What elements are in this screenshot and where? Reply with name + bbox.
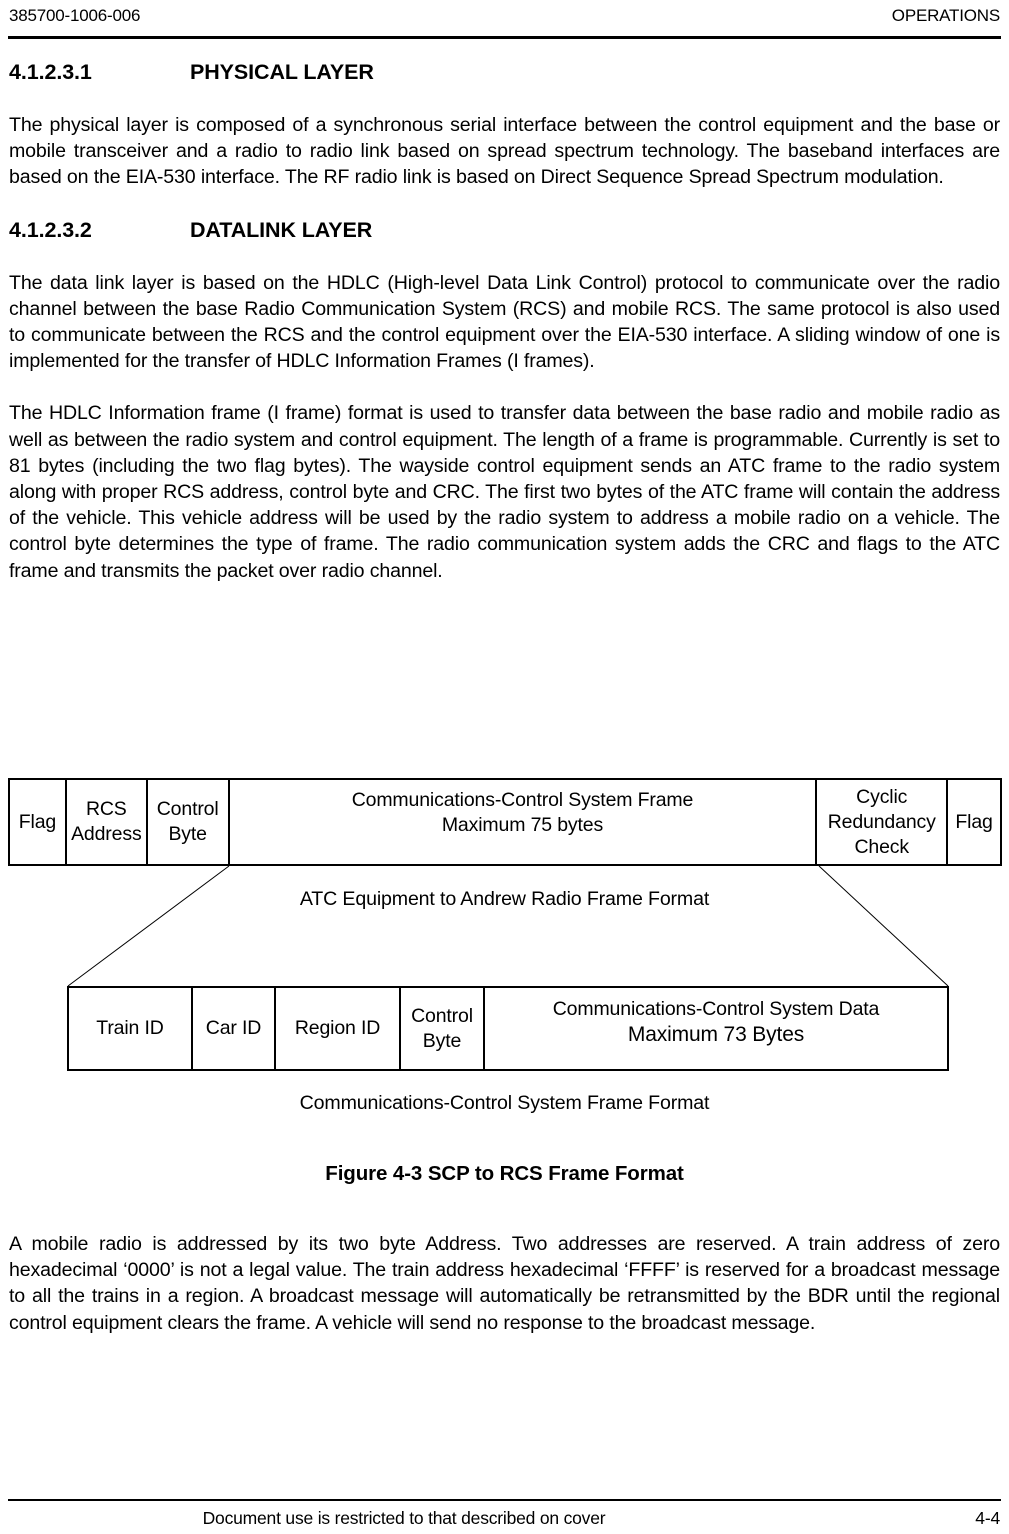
footer-page-number: 4-4 [975,1508,1000,1528]
section-title: DATALINK LAYER [190,217,373,242]
document-page: 385700-1006-006 OPERATIONS 4.1.2.3.1 PHYS… [0,0,1009,1534]
cell-line-1: Flag [955,810,993,833]
cell-line-1: Control [411,1004,473,1027]
paragraph-datalink-layer-2: The HDLC Information frame (I frame) for… [9,402,1000,582]
header-document-title: OPERATIONS [891,6,1000,25]
paragraph-mobile-radio-addressing: A mobile radio is addressed by its two b… [9,1233,1000,1334]
cell-line-1: Flag [18,810,57,833]
cell-line-2: Byte [168,823,207,845]
page-header: 385700-1006-006 OPERATIONS [9,6,1000,26]
frame-cell-ccs-frame: Communications-Control System Frame Maxi… [230,780,818,864]
section-heading-4-1-2-3-1: 4.1.2.3.1 PHYSICAL LAYER [9,60,1000,85]
cell-line-1: RCS [85,798,127,820]
frame-cell-rcs-address: RCS Address [67,780,148,864]
section-heading-4-1-2-3-2: 4.1.2.3.2 DATALINK LAYER [9,218,1000,243]
cell-line-1: Communications-Control System Frame [351,789,694,811]
atc-frame-table: Flag RCS Address Control Byte Communicat… [8,778,1002,866]
document-body: 4.1.2.3.1 PHYSICAL LAYER The physical lay… [9,60,1000,584]
cell-line-2: Byte [422,1029,462,1052]
cell-line-2: Address [71,823,142,845]
frame-cell-control-byte: Control Byte [148,780,230,864]
frame-cell-control-byte-2: Control Byte [401,988,485,1069]
cell-line-3: Check [854,835,909,858]
frame-cell-region-id: Region ID [276,988,401,1069]
cell-line-2: Redundancy [827,810,936,833]
ccs-frame-table: Train ID Car ID Region ID Control Byte C… [67,986,949,1071]
figure-caption-bottom: Communications-Control System Frame Form… [299,1092,710,1114]
cell-line-1: Control [156,798,219,820]
figure-caption-top: ATC Equipment to Andrew Radio Frame Form… [299,888,710,910]
frame-cell-train-id: Train ID [69,988,193,1069]
frame-cell-ccs-data: Communications-Control System Data Maxim… [485,988,947,1069]
cell-line-2: Maximum 75 bytes [441,814,604,836]
cell-line-1: Communications-Control System Data [552,998,880,1020]
figure-4-3: Flag RCS Address Control Byte Communicat… [0,772,1009,1192]
frame-cell-flag-end: Flag [948,780,1000,864]
cell-line-2: Maximum 73 Bytes [627,1023,805,1046]
paragraph-physical-layer: The physical layer is composed of a sync… [9,114,1000,189]
paragraph-datalink-layer-1: The data link layer is based on the HDLC… [9,271,1000,373]
figure-title: Figure 4-3 SCP to RCS Frame Format [325,1162,684,1185]
section-title: PHYSICAL LAYER [190,60,374,84]
cell-line-1: Region ID [294,1017,381,1039]
header-divider [8,36,1001,39]
frame-cell-car-id: Car ID [193,988,276,1069]
section-number: 4.1.2.3.2 [9,217,92,242]
header-document-number: 385700-1006-006 [9,6,141,25]
document-body-bottom: A mobile radio is addressed by its two b… [9,1231,1000,1336]
footer-divider [8,1499,1001,1501]
cell-line-1: Cyclic [856,785,908,808]
cell-line-1: Train ID [96,1017,164,1039]
footer-usage-notice: Document use is restricted to that descr… [202,1508,606,1528]
frame-cell-flag-start: Flag [10,780,67,864]
cell-line-1: Car ID [205,1017,262,1039]
frame-cell-crc: Cyclic Redundancy Check [817,780,949,864]
section-number: 4.1.2.3.1 [9,60,92,84]
